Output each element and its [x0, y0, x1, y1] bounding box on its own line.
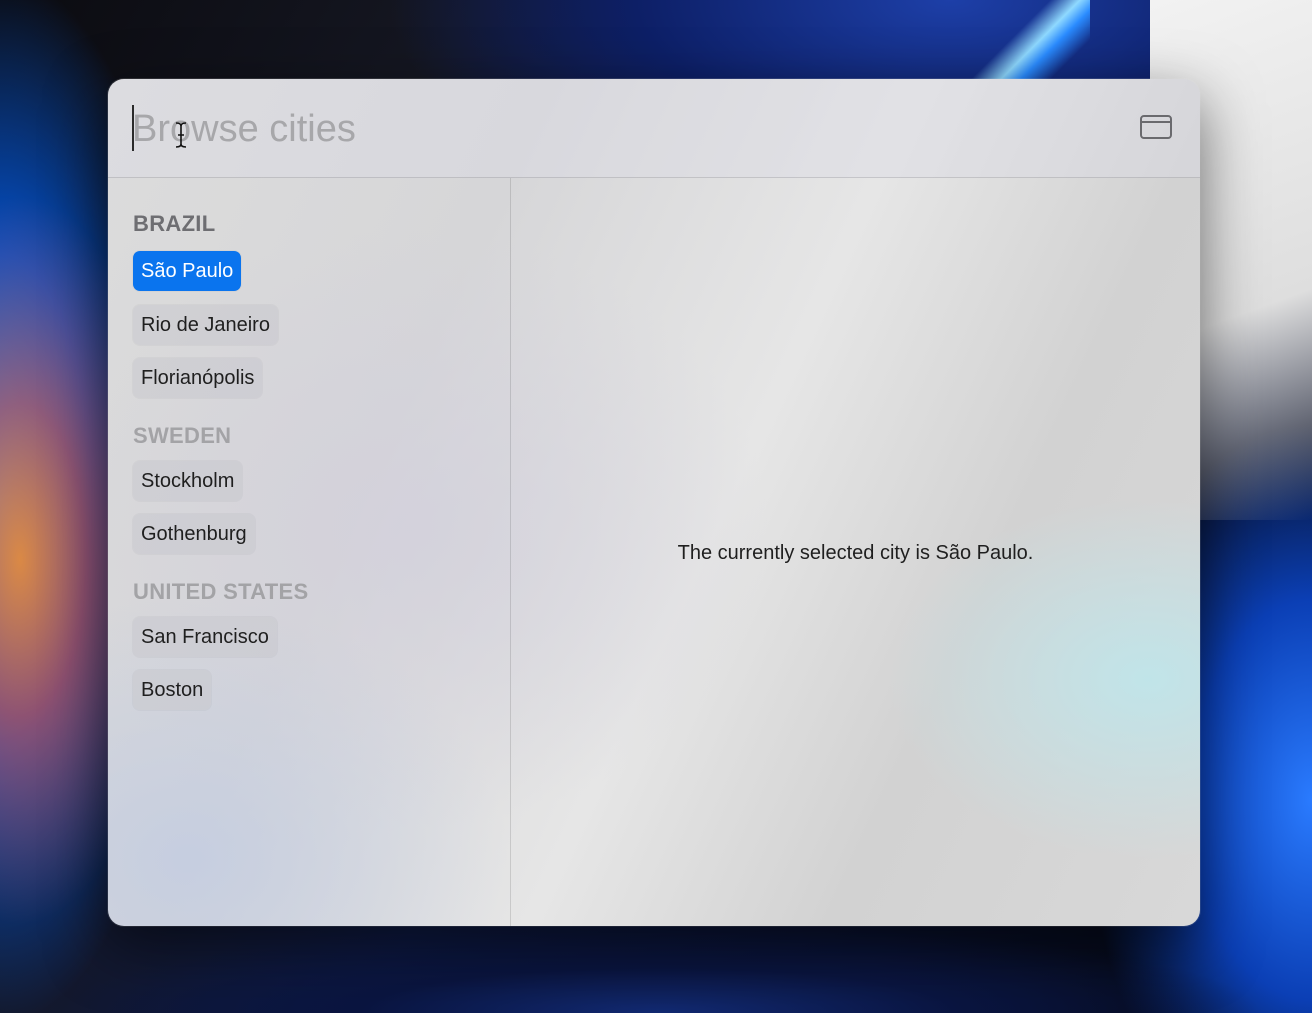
city-item-rio-de-janeiro[interactable]: Rio de Janeiro	[133, 305, 278, 345]
wallpaper-bottom-glow	[60, 923, 1260, 1013]
city-item-stockholm[interactable]: Stockholm	[133, 461, 243, 501]
section-title-brazil: BRAZIL	[133, 211, 216, 236]
selected-city-message: The currently selected city is São Paulo…	[677, 542, 1034, 564]
ibeam-cursor-icon	[175, 122, 187, 148]
search-input[interactable]	[132, 103, 1092, 155]
city-item-gothenburg[interactable]: Gothenburg	[133, 514, 255, 554]
search-bar	[108, 79, 1200, 178]
section-title-sweden: SWEDEN	[133, 423, 232, 448]
city-item-florianopolis[interactable]: Florianópolis	[133, 358, 263, 398]
text-caret	[132, 105, 134, 151]
section-title-united-states: UNITED STATES	[133, 579, 309, 604]
sidebar-window-icon[interactable]	[1140, 115, 1172, 139]
desktop-background: BRAZIL São Paulo Rio de Janeiro Florianó…	[0, 0, 1312, 1013]
city-item-boston[interactable]: Boston	[133, 670, 212, 710]
wallpaper-streak	[970, 0, 1090, 80]
city-item-sao-paulo[interactable]: São Paulo	[133, 251, 242, 291]
city-sidebar: BRAZIL São Paulo Rio de Janeiro Florianó…	[108, 178, 511, 926]
city-browser-window: BRAZIL São Paulo Rio de Janeiro Florianó…	[108, 79, 1200, 926]
city-item-san-francisco[interactable]: San Francisco	[133, 617, 277, 657]
detail-pane: The currently selected city is São Paulo…	[511, 178, 1200, 926]
